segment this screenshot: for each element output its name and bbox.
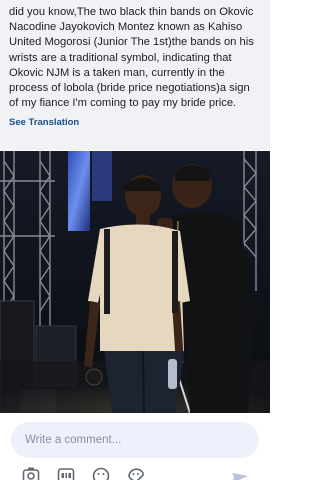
emoji-icon[interactable] <box>92 466 110 480</box>
camera-icon[interactable] <box>22 466 40 480</box>
comment-bar[interactable] <box>11 422 259 458</box>
gif-icon[interactable] <box>57 466 75 480</box>
comment-toolbar <box>0 466 270 480</box>
sticker-icon[interactable] <box>127 466 145 480</box>
post-text-area: did you know,The two black thin bands on… <box>0 0 270 150</box>
post-caption: did you know,The two black thin bands on… <box>9 6 254 110</box>
see-translation-link[interactable]: See Translation <box>9 117 79 128</box>
post-photo[interactable]: L.A. <box>0 151 270 413</box>
comment-input[interactable] <box>23 433 247 447</box>
send-icon[interactable] <box>231 466 249 480</box>
